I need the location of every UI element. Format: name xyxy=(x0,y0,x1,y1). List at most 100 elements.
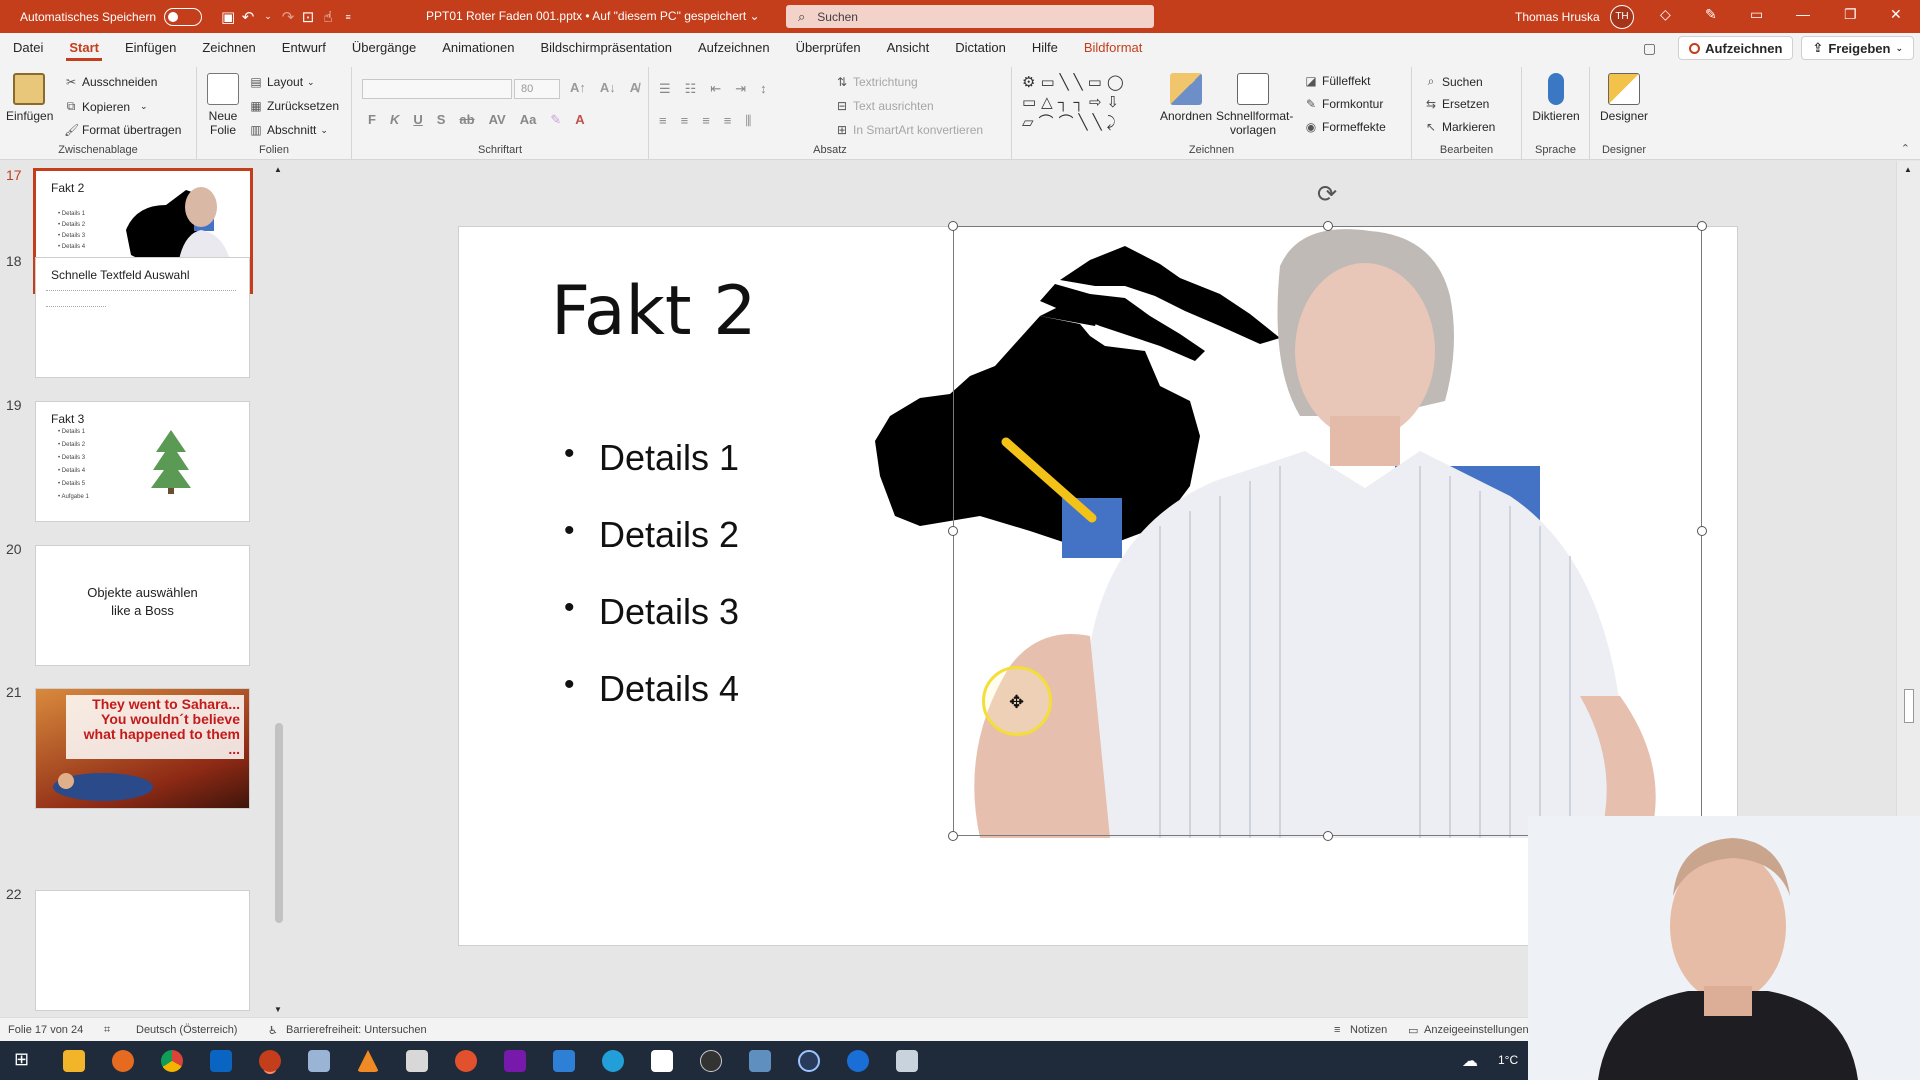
temperature[interactable]: 1°C xyxy=(1498,1053,1518,1067)
tab-bildformat[interactable]: Bildformat xyxy=(1071,33,1156,63)
onenote-icon[interactable] xyxy=(504,1050,526,1072)
slide-scroll-thumb[interactable] xyxy=(1904,689,1914,723)
vlc-icon[interactable] xyxy=(357,1050,379,1072)
outlook-icon[interactable] xyxy=(210,1050,232,1072)
telegram-icon[interactable] xyxy=(602,1050,624,1072)
tab-start[interactable]: Start xyxy=(56,33,112,63)
decrease-indent-icon[interactable]: ⇤ xyxy=(710,81,721,97)
premium-diamond-icon[interactable]: ◇ xyxy=(1660,6,1671,23)
autosave-toggle[interactable] xyxy=(164,7,203,26)
tab-entwurf[interactable]: Entwurf xyxy=(269,33,339,63)
select-button[interactable]: ↖ Markieren xyxy=(1424,120,1495,134)
justify-icon[interactable]: ≡ xyxy=(724,113,732,129)
touch-mode-icon[interactable]: ☝ xyxy=(318,8,338,26)
char-spacing-icon[interactable]: AV xyxy=(489,112,506,128)
app-icon[interactable] xyxy=(308,1050,330,1072)
resize-handle-top-right[interactable] xyxy=(1697,221,1707,231)
designer-button[interactable]: Designer xyxy=(1596,73,1652,123)
align-center-icon[interactable]: ≡ xyxy=(681,113,689,129)
line-spacing-icon[interactable]: ↕ xyxy=(760,81,767,97)
accessibility-status[interactable]: Barrierefreiheit: Untersuchen xyxy=(286,1024,427,1036)
tab-bildschirmpraesentation[interactable]: Bildschirmpräsentation xyxy=(527,33,685,63)
collapse-ribbon-icon[interactable]: ⌃ xyxy=(1901,142,1910,155)
cut-button[interactable]: ✂ Ausschneiden xyxy=(64,75,157,89)
app-icon[interactable] xyxy=(700,1050,722,1072)
shape-effects-button[interactable]: ◉ Formeffekte xyxy=(1304,120,1386,134)
save-icon[interactable]: ▣ xyxy=(218,8,238,26)
grow-font-icon[interactable]: A↑ xyxy=(570,80,586,95)
align-text-button[interactable]: ⊟ Text ausrichten xyxy=(835,99,934,113)
arrange-button[interactable]: Anordnen xyxy=(1160,73,1212,123)
clear-format-icon[interactable]: A̸ xyxy=(630,80,639,95)
picture-selection-frame[interactable] xyxy=(953,226,1702,836)
underline-icon[interactable]: U xyxy=(413,112,422,128)
shrink-font-icon[interactable]: A↓ xyxy=(600,80,616,95)
tab-zeichnen[interactable]: Zeichnen xyxy=(189,33,268,63)
thumbnail-slide-19[interactable]: Fakt 3 • Details 1 • Details 2 • Details… xyxy=(35,401,250,522)
minimize-icon[interactable]: — xyxy=(1796,6,1810,22)
tab-aufzeichnen[interactable]: Aufzeichnen xyxy=(685,33,783,63)
smartart-button[interactable]: ⊞ In SmartArt konvertieren xyxy=(835,123,983,137)
tab-animationen[interactable]: Animationen xyxy=(429,33,527,63)
dictate-button[interactable]: Diktieren xyxy=(1528,73,1584,123)
shape-fill-button[interactable]: ◪ Fülleffekt xyxy=(1304,74,1370,88)
strikethrough-icon[interactable]: ab xyxy=(459,112,474,128)
change-case-icon[interactable]: Aa xyxy=(520,112,537,128)
bold-icon[interactable]: F xyxy=(368,112,376,128)
resize-handle-bottom-center[interactable] xyxy=(1323,831,1333,841)
layout-button[interactable]: ▤ Layout ⌄ xyxy=(249,75,314,89)
ribbon-display-icon[interactable]: ▭ xyxy=(1750,6,1763,23)
scroll-down-icon[interactable]: ▼ xyxy=(274,1005,282,1014)
slide-title[interactable]: Fakt 2 xyxy=(551,272,756,351)
shapes-gallery[interactable]: ⚙▭╲╲▭◯ ▭△┐┐⇨⇩ ▱⌒⌒╲╲⤸ xyxy=(1022,73,1160,139)
highlight-icon[interactable]: ✎ xyxy=(550,112,561,128)
search-input[interactable]: ⌕ Suchen xyxy=(786,5,1154,28)
language-status[interactable]: Deutsch (Österreich) xyxy=(136,1024,237,1036)
paste-button[interactable]: Einfügen xyxy=(6,73,53,123)
redo-icon[interactable]: ↷ xyxy=(278,8,298,26)
windows-start-icon[interactable]: ⊞ xyxy=(14,1049,29,1070)
undo-dropdown-icon[interactable]: ⌄ xyxy=(258,11,278,22)
thumbnail-slide-21[interactable]: They went to Sahara... You wouldn´t beli… xyxy=(35,688,250,809)
app-icon[interactable] xyxy=(847,1050,869,1072)
share-button[interactable]: ⇪ Freigeben ⌄ xyxy=(1801,36,1914,60)
italic-icon[interactable]: K xyxy=(390,112,399,128)
weather-icon[interactable]: ☁ xyxy=(1462,1051,1478,1071)
font-color-icon[interactable]: A xyxy=(575,112,584,128)
slide-count[interactable]: Folie 17 von 24 xyxy=(8,1024,83,1036)
replace-button[interactable]: ⇆ Ersetzen xyxy=(1424,97,1489,111)
font-name-input[interactable] xyxy=(362,79,512,99)
reset-button[interactable]: ▦ Zurücksetzen xyxy=(249,99,339,113)
tab-ansicht[interactable]: Ansicht xyxy=(874,33,943,63)
copy-button[interactable]: ⧉ Kopieren ⌄ xyxy=(64,99,148,114)
tab-uebergaenge[interactable]: Übergänge xyxy=(339,33,429,63)
shape-outline-button[interactable]: ✎ Formkontur xyxy=(1304,97,1383,111)
find-button[interactable]: ⌕ Suchen xyxy=(1424,74,1483,89)
user-name[interactable]: Thomas Hruska xyxy=(1515,10,1600,24)
slide-bullet-list[interactable]: Details 1 Details 2 Details 3 Details 4 xyxy=(564,437,739,745)
resize-handle-middle-left[interactable] xyxy=(948,526,958,536)
record-button[interactable]: Aufzeichnen xyxy=(1678,36,1794,60)
scroll-up-icon[interactable]: ▲ xyxy=(274,165,282,174)
thumbnail-slide-20[interactable]: Objekte auswählen like a Boss xyxy=(35,545,250,666)
align-left-icon[interactable]: ≡ xyxy=(659,113,667,129)
undo-icon[interactable]: ↶ xyxy=(238,8,258,26)
align-right-icon[interactable]: ≡ xyxy=(702,113,710,129)
app-icon[interactable] xyxy=(553,1050,575,1072)
app-icon[interactable] xyxy=(455,1050,477,1072)
tab-hilfe[interactable]: Hilfe xyxy=(1019,33,1071,63)
scroll-up-icon[interactable]: ▲ xyxy=(1904,165,1912,174)
document-title[interactable]: PPT01 Roter Faden 001.pptx • Auf "diesem… xyxy=(426,9,760,23)
comments-icon[interactable]: ▢ xyxy=(1643,40,1656,57)
display-settings-button[interactable]: Anzeigeeinstellungen xyxy=(1424,1024,1529,1036)
thumbnail-slide-18[interactable]: Schnelle Textfeld Auswahl xyxy=(35,257,250,378)
tab-einfuegen[interactable]: Einfügen xyxy=(112,33,189,63)
new-slide-button[interactable]: Neue Folie xyxy=(205,73,241,137)
app-icon[interactable] xyxy=(406,1050,428,1072)
customize-qat-icon[interactable]: ≡ xyxy=(338,12,358,22)
close-icon[interactable]: ✕ xyxy=(1890,6,1902,23)
columns-icon[interactable]: ⫼ xyxy=(745,113,751,129)
present-icon[interactable]: ⊡ xyxy=(298,8,318,26)
app-icon[interactable] xyxy=(798,1050,820,1072)
firefox-icon[interactable] xyxy=(112,1050,134,1072)
